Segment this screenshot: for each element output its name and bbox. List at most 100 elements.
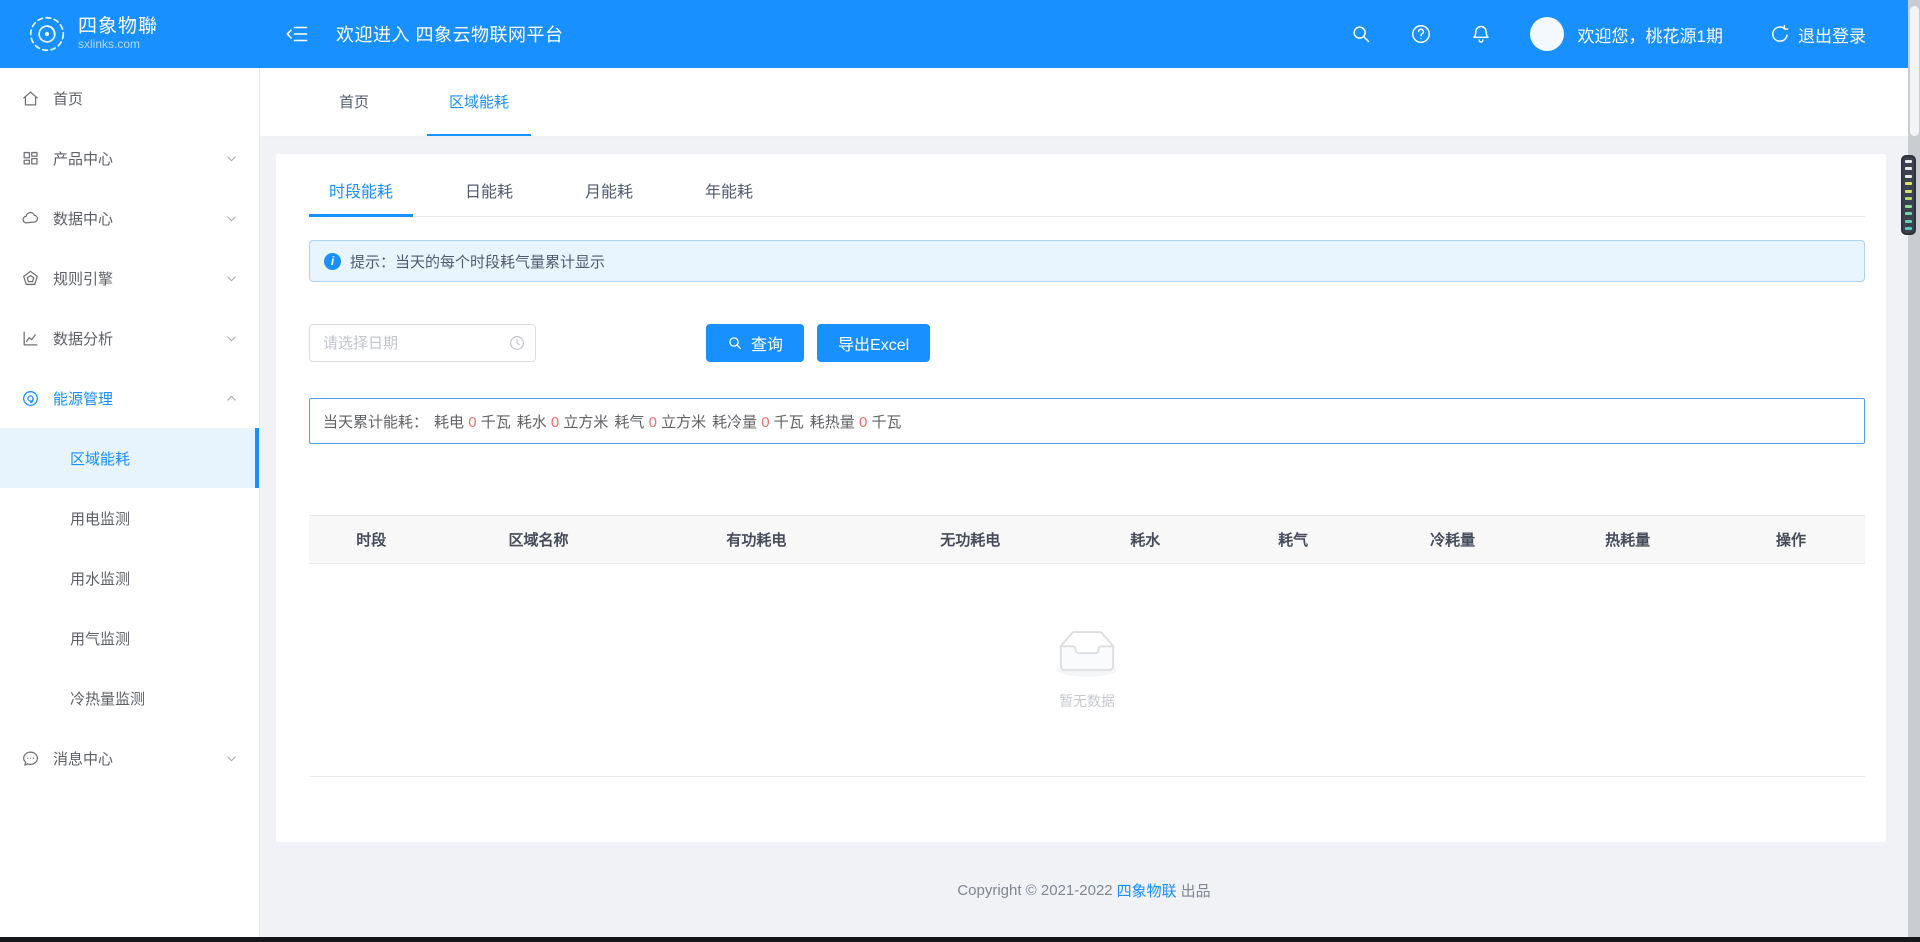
copyright-suffix: 出品 (1181, 880, 1211, 901)
top-header: 四象物聯 sxlinks.com 欢迎进入 四象云物联网平台 欢迎您，桃花源1期… (0, 0, 1908, 68)
table-column-header: 耗气 (1219, 529, 1367, 550)
sidebar-item[interactable]: 首页 (0, 68, 259, 128)
energy-icon (21, 389, 40, 408)
brand-domain: sxlinks.com (78, 38, 158, 52)
sidebar-subitem[interactable]: 用电监测 (0, 488, 259, 548)
sidebar-item[interactable]: 数据分析 (0, 308, 259, 368)
chevron-down-icon (224, 751, 239, 766)
summary-item: 耗冷量 0 千瓦 (712, 414, 804, 431)
table-empty-state: 暂无数据 (309, 564, 1865, 777)
table-column-header: 耗水 (1071, 529, 1219, 550)
sidebar-subitem-label: 区域能耗 (70, 448, 130, 469)
breadcrumb-tabbar: 首页 区域能耗 (260, 68, 1908, 137)
clock-icon (508, 334, 526, 352)
chevron-down-icon (224, 151, 239, 166)
sidebar-subitem[interactable]: 用水监测 (0, 548, 259, 608)
energy-tab-label: 日能耗 (465, 184, 513, 201)
bell-icon[interactable] (1470, 23, 1492, 45)
summary-value: 0 (761, 414, 769, 431)
chevron-down-icon (224, 211, 239, 226)
bottom-edge-strip (0, 937, 1920, 942)
info-icon: i (324, 253, 341, 270)
table-column-header: 区域名称 (433, 529, 643, 550)
summary-item: 耗水 0 立方米 (517, 414, 609, 431)
sidebar-subitem-label: 用水监测 (70, 568, 130, 589)
footer: Copyright © 2021-2022 四象物联 出品 (260, 842, 1908, 938)
sidebar-item-label: 首页 (53, 88, 239, 109)
summary-value: 0 (859, 414, 867, 431)
nav-tab-label: 区域能耗 (449, 91, 509, 112)
cloud-icon (21, 209, 40, 228)
sidebar-item-label: 数据分析 (53, 328, 224, 349)
energy-table: 时段区域名称有功耗电无功耗电耗水耗气冷耗量热耗量操作 暂无数据 (309, 515, 1865, 777)
brand-name: 四象物聯 (78, 16, 158, 38)
sidebar-subitem-label: 用气监测 (70, 628, 130, 649)
table-column-header: 有功耗电 (644, 529, 870, 550)
summary-item: 耗电 0 千瓦 (434, 414, 511, 431)
product-icon (21, 149, 40, 168)
info-alert: i 提示：当天的每个时段耗气量累计显示 (309, 240, 1865, 282)
sidebar-item[interactable]: 数据中心 (0, 188, 259, 248)
empty-box-icon (1049, 629, 1125, 679)
sidebar-item[interactable]: 规则引擎 (0, 248, 259, 308)
energy-tab-label: 年能耗 (705, 184, 753, 201)
copyright-text: Copyright © 2021-2022 (957, 882, 1112, 899)
scrollbar-thumb[interactable] (1910, 6, 1919, 136)
sidebar: 首页产品中心数据中心规则引擎数据分析能源管理区域能耗用电监测用水监测用气监测冷热… (0, 68, 260, 938)
empty-text: 暂无数据 (1059, 691, 1115, 711)
logout-icon (1769, 23, 1791, 45)
analysis-icon (21, 329, 40, 348)
table-column-header: 时段 (309, 529, 433, 550)
sidebar-subitem-label: 冷热量监测 (70, 688, 145, 709)
menu-collapse-icon[interactable] (284, 22, 310, 46)
sidebar-item[interactable]: 产品中心 (0, 128, 259, 188)
sidebar-item-label: 规则引擎 (53, 268, 224, 289)
sidebar-item-label: 产品中心 (53, 148, 224, 169)
brand-link[interactable]: 四象物联 (1117, 880, 1177, 901)
chevron-down-icon (224, 271, 239, 286)
logout-button[interactable]: 退出登录 (1769, 22, 1866, 47)
energy-tab[interactable]: 月能耗 (565, 178, 653, 216)
chevron-down-icon (224, 331, 239, 346)
table-column-header: 无功耗电 (869, 529, 1071, 550)
nav-tab[interactable]: 区域能耗 (427, 68, 531, 136)
sidebar-item-label: 消息中心 (53, 748, 224, 769)
table-header-row: 时段区域名称有功耗电无功耗电耗水耗气冷耗量热耗量操作 (309, 515, 1865, 564)
table-column-header: 冷耗量 (1367, 529, 1538, 550)
query-button[interactable]: 查询 (706, 324, 804, 362)
home-icon (21, 89, 40, 108)
sidebar-item[interactable]: 能源管理 (0, 368, 259, 428)
daily-summary: 当天累计能耗： 耗电 0 千瓦耗水 0 立方米耗气 0 立方米耗冷量 0 千瓦耗… (309, 398, 1865, 444)
alert-text: 提示：当天的每个时段耗气量累计显示 (350, 251, 605, 272)
scrollbar-track[interactable] (1908, 0, 1920, 942)
summary-value: 0 (649, 414, 657, 431)
summary-item: 耗气 0 立方米 (614, 414, 706, 431)
nav-tab[interactable]: 首页 (317, 68, 391, 136)
content-card: 时段能耗 日能耗 月能耗 年能耗 i 提示：当天的每个时段耗气量累计显示 查询 (276, 154, 1886, 842)
sidebar-subitem[interactable]: 用气监测 (0, 608, 259, 668)
scroll-minimap-widget[interactable] (1901, 155, 1916, 235)
help-icon[interactable] (1410, 23, 1432, 45)
table-column-header: 操作 (1717, 529, 1865, 550)
summary-value: 0 (551, 414, 559, 431)
table-column-header: 热耗量 (1538, 529, 1717, 550)
summary-prefix: 当天累计能耗： (323, 411, 428, 432)
brand-logo-icon (26, 13, 68, 55)
sidebar-subitem-label: 用电监测 (70, 508, 130, 529)
rule-icon (21, 269, 40, 288)
avatar[interactable] (1530, 17, 1564, 51)
search-icon[interactable] (1350, 23, 1372, 45)
energy-tab[interactable]: 年能耗 (685, 178, 773, 216)
sidebar-item-label: 数据中心 (53, 208, 224, 229)
energy-tab[interactable]: 日能耗 (445, 178, 533, 216)
sidebar-subitem[interactable]: 冷热量监测 (0, 668, 259, 728)
sidebar-subitem[interactable]: 区域能耗 (0, 428, 259, 488)
export-excel-button[interactable]: 导出Excel (817, 324, 930, 362)
sidebar-item-label: 能源管理 (53, 388, 224, 409)
sidebar-item[interactable]: 消息中心 (0, 728, 259, 788)
summary-item: 耗热量 0 千瓦 (810, 414, 902, 431)
date-picker-input[interactable] (309, 324, 536, 362)
energy-tab[interactable]: 时段能耗 (309, 178, 413, 216)
energy-tab-label: 时段能耗 (329, 184, 393, 201)
nav-tab-label: 首页 (339, 91, 369, 112)
